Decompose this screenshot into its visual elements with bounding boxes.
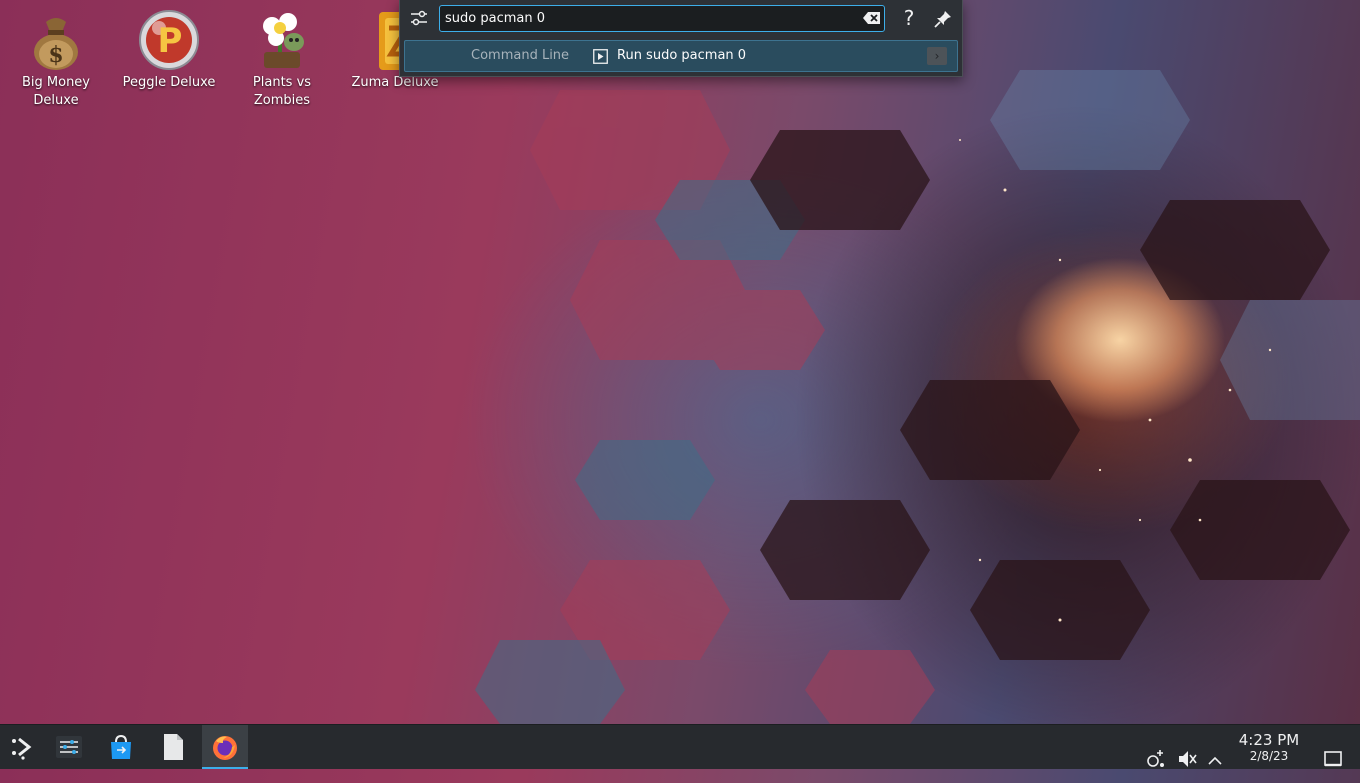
file-icon <box>164 734 183 760</box>
desktop-icon-plants-vs-zombies[interactable]: Plants vs Zombies <box>232 8 332 110</box>
result-category: Command Line <box>471 48 570 63</box>
peggle-icon: P <box>139 10 199 70</box>
network-icon[interactable] <box>1145 737 1167 781</box>
show-desktop-icon[interactable] <box>1323 737 1343 781</box>
desktop-icon-label: Deluxe <box>33 93 79 108</box>
result-action-button[interactable]: › <box>927 47 947 65</box>
money-bag-icon: $ <box>34 18 78 70</box>
help-button[interactable]: ? <box>899 4 919 32</box>
clock[interactable]: 4:23 PM 2/8/23 <box>1230 731 1308 763</box>
desktop-wallpaper <box>475 70 1360 724</box>
plants-vs-zombies-icon <box>263 13 304 68</box>
desktop-icon-label: Big Money <box>21 75 90 90</box>
application-launcher-button[interactable] <box>0 725 46 769</box>
result-text: Run sudo pacman 0 <box>617 48 747 63</box>
taskbar: 4:23 PM 2/8/23 <box>0 724 1360 769</box>
configure-icon[interactable] <box>408 7 430 29</box>
svg-text:$: $ <box>48 42 63 68</box>
taskbar-system-settings[interactable] <box>46 725 92 769</box>
clock-date: 2/8/23 <box>1249 749 1289 763</box>
search-input[interactable] <box>439 5 885 32</box>
pin-icon[interactable] <box>932 8 954 30</box>
volume-muted-icon[interactable] <box>1176 737 1198 781</box>
krunner-window: ? Command Line Run sudo pacman 0 › <box>399 0 963 77</box>
discover-store-icon <box>111 734 131 759</box>
taskbar-file[interactable] <box>150 725 196 769</box>
desktop-icon-label: Peggle Deluxe <box>122 75 216 90</box>
clock-time: 4:23 PM <box>1238 731 1300 749</box>
search-result-item[interactable]: Command Line Run sudo pacman 0 › <box>404 40 958 72</box>
firefox-icon <box>213 736 237 760</box>
system-settings-icon <box>56 736 82 758</box>
svg-text:P: P <box>158 21 183 61</box>
taskbar-discover[interactable] <box>98 725 144 769</box>
expand-tray-icon[interactable] <box>1206 739 1224 783</box>
desktop-icon-label: Plants vs <box>252 75 312 90</box>
run-command-icon <box>593 49 608 64</box>
taskbar-firefox[interactable] <box>202 725 248 769</box>
application-launcher-icon <box>12 737 32 760</box>
desktop-icon-peggle-deluxe[interactable]: P Peggle Deluxe <box>119 8 219 92</box>
clear-text-icon[interactable] <box>862 10 882 26</box>
desktop-icon-label: Zombies <box>253 93 311 108</box>
desktop-icon-big-money-deluxe[interactable]: $ Big Money Deluxe <box>6 8 106 110</box>
